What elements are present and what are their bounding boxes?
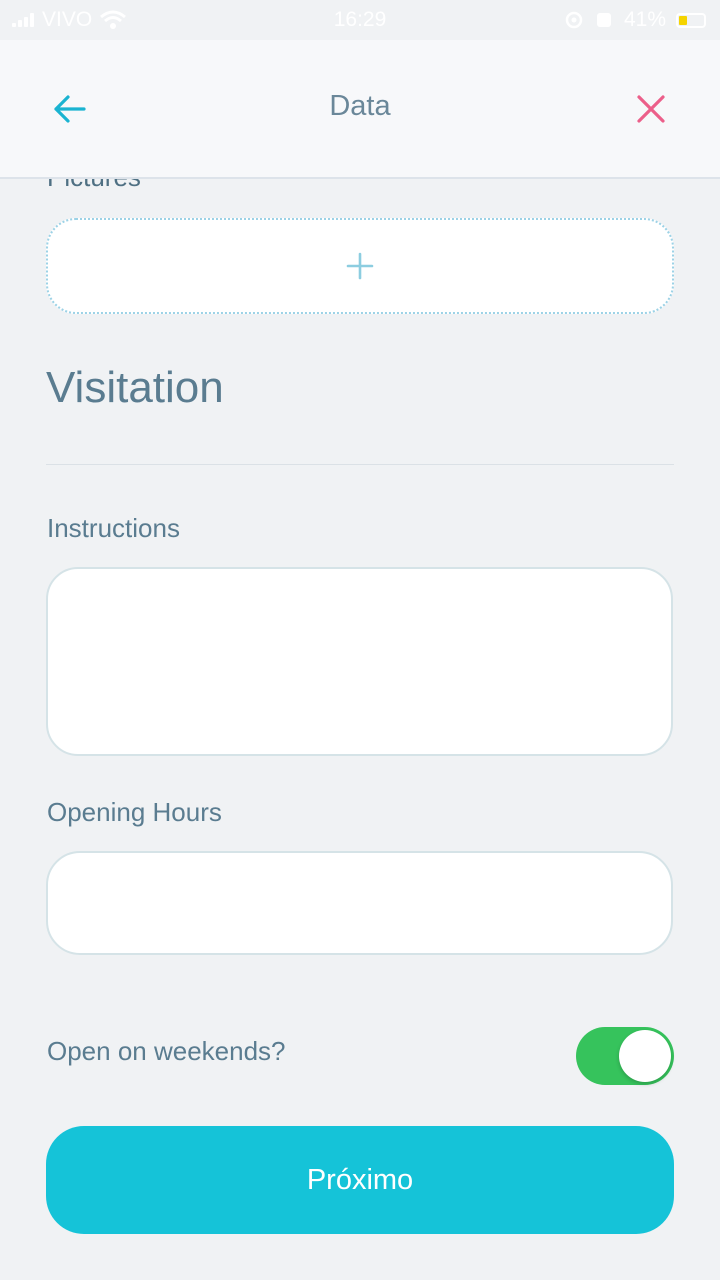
- toggle-knob: [619, 1030, 671, 1082]
- alarm-icon: [565, 11, 583, 29]
- status-bar: VIVO 16:29 41%: [0, 0, 720, 40]
- opening-hours-label: Opening Hours: [47, 797, 222, 827]
- weekends-toggle[interactable]: [576, 1027, 674, 1085]
- weekends-label: Open on weekends?: [47, 1036, 286, 1066]
- section-title-visitation: Visitation: [46, 363, 224, 412]
- opening-hours-field[interactable]: [46, 851, 673, 955]
- instructions-field[interactable]: [46, 567, 673, 756]
- close-button[interactable]: [626, 84, 676, 134]
- next-button[interactable]: Próximo: [46, 1126, 674, 1234]
- plus-icon: [346, 252, 374, 280]
- divider: [46, 464, 674, 465]
- screen: VIVO 16:29 41% Data Visitation Instructi…: [0, 0, 720, 1280]
- add-picture-button[interactable]: [46, 218, 674, 314]
- top-app-bar: Data: [0, 40, 720, 179]
- lock-rotation-icon: [596, 13, 611, 27]
- status-right: 41%: [564, 8, 706, 32]
- battery-percent: 41%: [623, 8, 666, 31]
- page-title: Data: [329, 90, 391, 122]
- close-icon: [637, 95, 665, 123]
- instructions-label: Instructions: [47, 513, 180, 543]
- battery-icon: [676, 12, 706, 28]
